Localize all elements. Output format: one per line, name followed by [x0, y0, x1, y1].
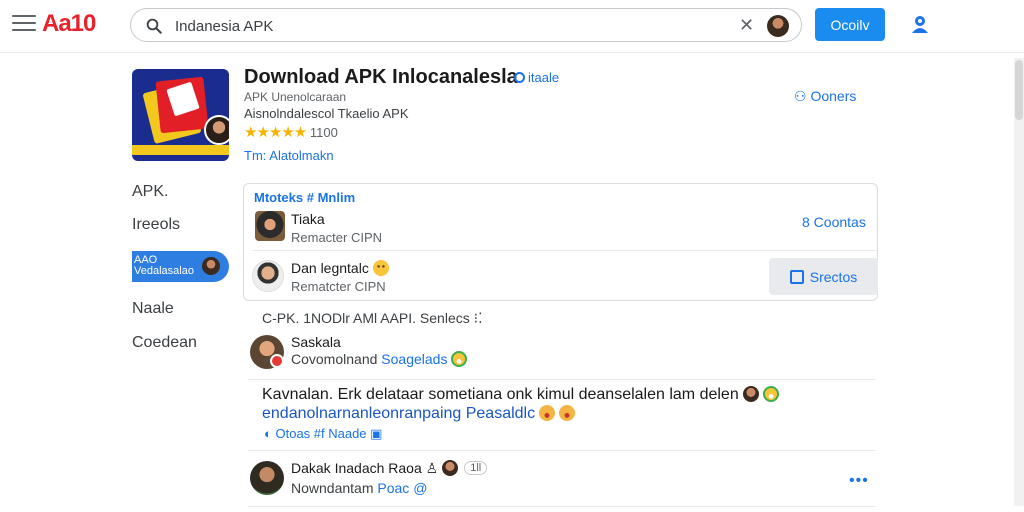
emoji-icon [451, 351, 468, 367]
feed-avatar[interactable] [250, 461, 284, 495]
close-icon[interactable]: ✕ [739, 15, 754, 36]
section-title: C-PK. 1NODlr AMl AAPI. Senlecs ⁝⁚ [262, 310, 483, 326]
feed-item-title[interactable]: Saskala [291, 334, 341, 350]
feed-item-title[interactable]: Dakak Inadach Raoa ♙ 1ll [291, 460, 488, 477]
row-avatar[interactable] [252, 260, 284, 292]
emoji-icon [742, 386, 759, 402]
image-icon: ▣ [370, 426, 383, 441]
sidebar-avatar [202, 257, 220, 275]
sidebar-item-active[interactable]: AAO Vedalasalao [132, 251, 229, 282]
feed-post-text: Kavnalan. Erk delataar sometiana onk kim… [262, 386, 779, 404]
user-icon[interactable] [908, 12, 932, 36]
feed-post-text-link[interactable]: endanolnarnanleonranpaing Peasaldlc [262, 405, 576, 423]
notification-badge [270, 354, 284, 368]
app-icon[interactable] [132, 69, 229, 161]
panel-row-subtitle: Remacter CIPN [291, 230, 383, 245]
search-icon[interactable] [145, 17, 163, 35]
emoji-icon [372, 260, 389, 276]
verified-badge: itaale [514, 70, 559, 85]
thumbs-icon: ⁝⁚ [473, 310, 483, 326]
emoji-icon [442, 460, 459, 476]
feed-post-meta[interactable]: ◐ Otoas #f Naade ▣ [264, 426, 382, 442]
panel-divider [252, 250, 877, 251]
feed-item-subtitle: Covomolnand Soagelads [291, 351, 468, 367]
panel-header: Mtoteks # Mnlim [254, 190, 356, 205]
sidebar-item-tools[interactable]: Ireeols [132, 216, 180, 234]
users-icon: ⚇ [794, 88, 807, 104]
contacts-link[interactable]: 8 Coontas [802, 214, 866, 230]
primary-button[interactable]: Ocoilv [815, 8, 885, 41]
panel-row-title[interactable]: Dan legntalc [291, 260, 389, 276]
owners-link[interactable]: ⚇ Ooners [794, 88, 856, 105]
sidebar-item-code[interactable]: Coedean [132, 334, 197, 352]
scrollbar[interactable] [1014, 58, 1024, 506]
panel-row-subtitle: Rematcter CIPN [291, 279, 386, 294]
at-icon: @ [413, 480, 428, 496]
emoji-icon [762, 386, 779, 402]
app-rating: ★★★★★ 1100 [244, 124, 338, 141]
feed-divider [248, 506, 876, 507]
row-thumbnail[interactable] [255, 211, 285, 241]
app-description: Aisnolndalescol Tkaelio APK [244, 106, 409, 121]
search-input[interactable] [175, 15, 715, 37]
scrollbar-thumb[interactable] [1015, 60, 1023, 120]
top-bar: Aa10 ✕ Ocoilv [0, 0, 1024, 50]
search-bar: ✕ [130, 8, 802, 42]
feed-item-subtitle: Nowndantam Poac @ [291, 480, 428, 496]
star-rating-icon: ★★★★★ [244, 124, 307, 141]
feed-divider [248, 379, 876, 380]
emoji-icon [539, 405, 556, 421]
chat-icon: ◐ [264, 426, 272, 441]
checkbox-icon [789, 269, 804, 284]
glass-icon: ♙ [425, 460, 439, 476]
select-button[interactable]: Srectos [769, 258, 878, 295]
app-title: Download APK Inlocanalesla [244, 66, 518, 88]
header-divider [0, 52, 1024, 53]
developer-link[interactable]: Tm: Alatolmakn [244, 148, 334, 163]
app-subtitle: APK Unenolcaraan [244, 90, 347, 104]
brand-logo[interactable]: Aa10 [42, 10, 96, 38]
sidebar-item-name[interactable]: Naale [132, 300, 174, 318]
sidebar-item-apk[interactable]: APK. [132, 183, 168, 201]
hamburger-icon[interactable] [12, 15, 36, 33]
panel-row-title[interactable]: Tiaka [291, 211, 325, 227]
count-badge: 1ll [464, 461, 488, 475]
search-avatar[interactable] [767, 15, 789, 37]
feed-divider [248, 450, 876, 451]
verified-icon [514, 72, 525, 83]
more-options-icon[interactable]: ••• [849, 472, 869, 490]
emoji-icon [559, 405, 576, 421]
